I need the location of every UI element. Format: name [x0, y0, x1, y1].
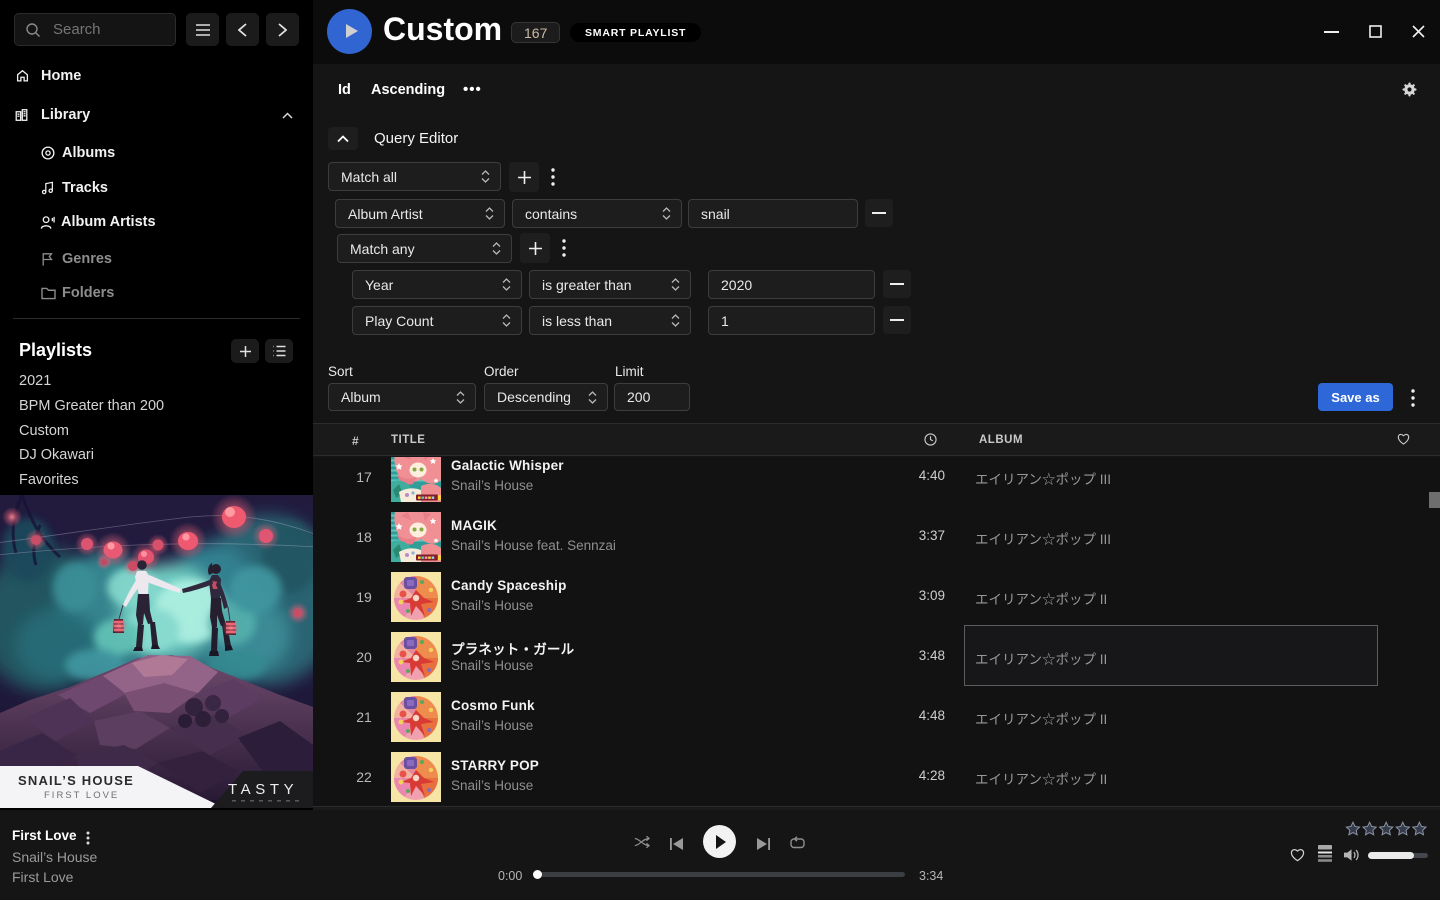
svg-text:TASTY: TASTY: [228, 781, 298, 798]
svg-text:SNAIL’S HOUSE: SNAIL’S HOUSE: [18, 773, 134, 788]
svg-text:FIRST LOVE: FIRST LOVE: [44, 790, 119, 801]
